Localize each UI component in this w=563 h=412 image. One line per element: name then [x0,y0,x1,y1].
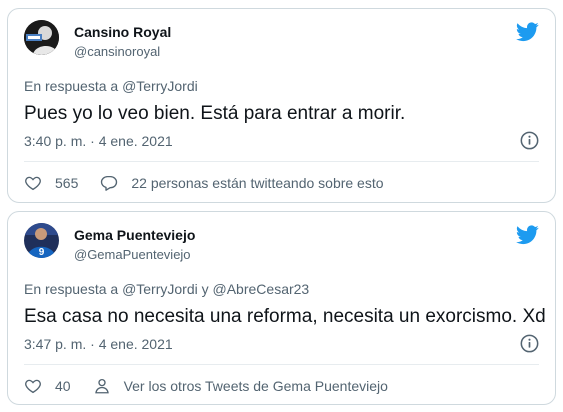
reply-mention[interactable]: @TerryJordi y @AbreCesar23 [122,281,309,297]
tweet-timestamp[interactable]: 3:40 p. m. · 4 ene. 2021 [24,133,173,149]
like-button[interactable]: 40 [24,377,71,395]
divider [24,364,539,365]
profile-tweets-label: Ver los otros Tweets de Gema Puenteviejo [123,378,388,394]
reply-prefix: En respuesta a [24,281,119,297]
like-count: 40 [55,378,71,394]
avatar[interactable] [24,20,59,55]
reply-mention[interactable]: @TerryJordi [122,78,198,94]
twitter-bird-icon[interactable] [516,22,539,42]
twitter-bird-icon[interactable] [516,225,539,245]
author-name[interactable]: Gema Puenteviejo [74,227,195,243]
author-handle[interactable]: @GemaPuenteviejo [74,247,191,262]
heart-icon [25,176,41,191]
svg-text:9: 9 [39,247,45,258]
tweet-text: Esa casa no necesita una reforma, necesi… [24,306,546,327]
reply-context: En respuesta a @TerryJordi [24,78,198,94]
reply-context: En respuesta a @TerryJordi y @AbreCesar2… [24,281,309,297]
tweet-actions: 40 Ver los otros Tweets de Gema Puentevi… [24,377,388,395]
conversation-link[interactable]: 22 personas están twitteando sobre esto [100,174,384,192]
like-count: 565 [55,175,79,191]
tweet-card-gema[interactable]: 9 Gema Puenteviejo @GemaPuenteviejo En r… [7,211,556,405]
tweet-text: Pues yo lo veo bien. Está para entrar a … [24,103,406,124]
tweet-timestamp[interactable]: 3:47 p. m. · 4 ene. 2021 [24,336,173,352]
conversation-label: 22 personas están twitteando sobre esto [131,175,384,191]
tweet-card-cansino[interactable]: Cansino Royal @cansinoroyal En respuesta… [7,8,556,203]
author-handle[interactable]: @cansinoroyal [74,44,160,59]
divider [24,161,539,162]
like-button[interactable]: 565 [24,174,78,192]
profile-tweets-link[interactable]: Ver los otros Tweets de Gema Puenteviejo [93,377,388,395]
info-icon[interactable] [520,131,539,150]
person-icon [94,378,109,394]
tweet-actions: 565 22 personas están twitteando sobre e… [24,174,384,192]
avatar[interactable]: 9 [24,223,59,258]
author-name[interactable]: Cansino Royal [74,24,171,40]
reply-prefix: En respuesta a [24,78,119,94]
heart-icon [25,379,41,394]
info-icon[interactable] [520,334,539,353]
reply-bubble-icon [101,175,118,191]
